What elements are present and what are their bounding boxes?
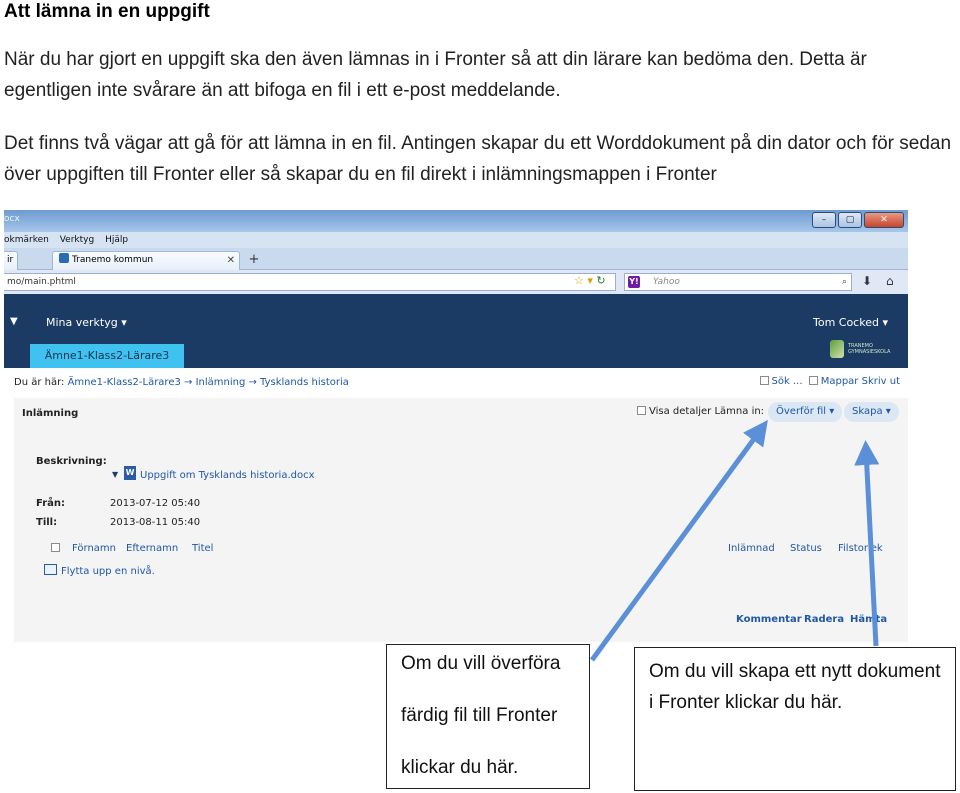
delete-button[interactable]: Radera — [804, 614, 844, 625]
description-label: Beskrivning: — [36, 456, 107, 467]
print-link[interactable]: Skriv ut — [862, 376, 900, 387]
panel-options: Visa detaljer Lämna in: — [634, 406, 764, 417]
my-tools-menu[interactable]: Mina verktyg ▾ — [46, 316, 127, 329]
user-name: Tom Cocked — [812, 316, 879, 329]
maximize-button[interactable]: ▢ — [838, 212, 862, 228]
transfer-callout: Om du vill överföra färdig fil till Fron… — [386, 644, 590, 789]
create-label: Skapa — [852, 406, 883, 417]
create-callout: Om du vill skapa ett nytt dokument i Fro… — [634, 647, 956, 791]
expand-caret-icon[interactable]: ▼ — [112, 470, 118, 479]
to-label: Till: — [36, 517, 58, 528]
submission-panel: Inlämning Visa detaljer Lämna in: Överfö… — [14, 398, 908, 642]
page-tools: Sök ... Mappar Skriv ut — [757, 376, 900, 387]
transfer-callout-line2: färdig fil till Fronter — [401, 705, 558, 726]
logo-mark-icon — [830, 340, 844, 358]
tab-class[interactable]: Ämne1-Klass2-Lärare3 — [30, 344, 184, 368]
close-window-button[interactable]: ✕ — [864, 212, 904, 228]
breadcrumb-path[interactable]: Ämne1-Klass2-Lärare3 → Inlämning → Tyskl… — [68, 377, 349, 388]
tab-partial-label: ir — [7, 255, 14, 265]
breadcrumb-lead: Du är här: — [14, 377, 65, 388]
search-engine-icon: Y! — [628, 276, 640, 288]
user-menu[interactable]: Tom Cocked ▾ — [813, 316, 888, 329]
tab-partial[interactable]: ir — [4, 251, 18, 270]
app-header: ▼ Mina verktyg ▾ Tom Cocked ▾ Ämne1-Klas… — [4, 294, 908, 368]
ways-paragraph: Det finns två vägar att gå för att lämna… — [4, 133, 952, 185]
menu-bookmarks[interactable]: okmärken — [4, 235, 49, 245]
to-date: 2013-08-11 05:40 — [110, 517, 201, 528]
site-favicon-icon — [59, 253, 69, 263]
column-firstname[interactable]: Förnamn — [72, 543, 116, 554]
bookmark-star-icon[interactable]: ☆ ▾ ↻ — [574, 274, 606, 287]
new-tab-button[interactable]: + — [244, 252, 264, 269]
search-placeholder: Yahoo — [653, 277, 680, 287]
create-button[interactable]: Skapa ▾ — [844, 402, 899, 422]
menu-caret-icon[interactable]: ▼ — [10, 316, 18, 327]
comment-button[interactable]: Kommentar — [736, 614, 802, 625]
home-icon[interactable]: ⌂ — [886, 274, 894, 288]
search-input[interactable]: Y! Yahoo ⌕ — [624, 273, 852, 291]
transfer-callout-line3: klickar du här. — [401, 757, 519, 778]
from-date: 2013-07-12 05:40 — [110, 498, 201, 509]
tab-bar: ir Tranemo kommun ✕ + — [4, 248, 908, 270]
column-filesize[interactable]: Filstorlek — [838, 543, 883, 554]
browser-screenshot: ocx – ▢ ✕ okmärken Verktyg Hjälp ir Tran… — [4, 210, 908, 642]
navigation-bar: mo/main.phtml ☆ ▾ ↻ Y! Yahoo ⌕ ⬇ ⌂ — [4, 270, 908, 294]
folder-up-icon — [44, 564, 57, 575]
window-titlebar: ocx – ▢ ✕ — [4, 210, 908, 232]
search-icon[interactable]: ⌕ — [842, 274, 847, 290]
breadcrumb-bar: Du är här: Ämne1-Klass2-Lärare3 → Inlämn… — [4, 368, 908, 398]
move-up-label: Flytta upp en nivå. — [61, 566, 155, 577]
panel-title: Inlämning — [22, 408, 79, 419]
transfer-file-button[interactable]: Överför fil ▾ — [768, 402, 843, 422]
school-logo: TRANEMO GYMNASIESKOLA — [830, 340, 890, 358]
search-tool[interactable]: Sök ... — [772, 376, 803, 387]
window-title: ocx — [4, 214, 20, 224]
download-icon[interactable]: ⬇ — [862, 274, 872, 288]
folders-checkbox[interactable] — [808, 376, 818, 385]
column-submitted[interactable]: Inlämnad — [728, 543, 775, 554]
minimize-button[interactable]: – — [812, 212, 836, 228]
select-all-checkbox[interactable] — [51, 543, 60, 552]
move-up-link[interactable]: Flytta upp en nivå. — [44, 564, 155, 577]
from-label: Från: — [36, 498, 65, 509]
document-title: Att lämna in en uppgift — [4, 1, 210, 22]
search-checkbox[interactable] — [759, 376, 769, 385]
show-details-checkbox[interactable] — [637, 406, 646, 415]
tab-close-icon[interactable]: ✕ — [227, 252, 235, 269]
logo-text: TRANEMO GYMNASIESKOLA — [848, 343, 891, 355]
transfer-file-label: Överför fil — [776, 406, 827, 417]
breadcrumb: Du är här: Ämne1-Klass2-Lärare3 → Inlämn… — [14, 377, 349, 388]
word-document-icon: W — [124, 466, 136, 480]
tab-tranemo[interactable]: Tranemo kommun ✕ — [52, 251, 240, 270]
tab-title: Tranemo kommun — [72, 255, 154, 265]
menu-tools[interactable]: Verktyg — [60, 235, 94, 245]
column-title[interactable]: Titel — [192, 543, 213, 554]
show-details-label: Visa detaljer — [649, 406, 712, 417]
intro-paragraph: När du har gjort en uppgift ska den även… — [4, 49, 867, 101]
column-status[interactable]: Status — [790, 543, 822, 554]
submit-in-label: Lämna in: — [714, 406, 765, 417]
fetch-button[interactable]: Hämta — [850, 614, 887, 625]
menu-bar: okmärken Verktyg Hjälp — [4, 232, 908, 248]
transfer-callout-line1: Om du vill överföra — [401, 653, 561, 674]
window-controls: – ▢ ✕ — [812, 212, 904, 228]
menu-help[interactable]: Hjälp — [105, 235, 128, 245]
column-lastname[interactable]: Efternamn — [126, 543, 178, 554]
reload-icon[interactable]: ↻ — [596, 274, 605, 287]
my-tools-label: Mina verktyg — [46, 316, 118, 329]
address-bar[interactable]: mo/main.phtml — [4, 273, 616, 291]
folders-tool[interactable]: Mappar — [821, 376, 859, 387]
assignment-file-link[interactable]: Uppgift om Tysklands historia.docx — [140, 470, 315, 481]
